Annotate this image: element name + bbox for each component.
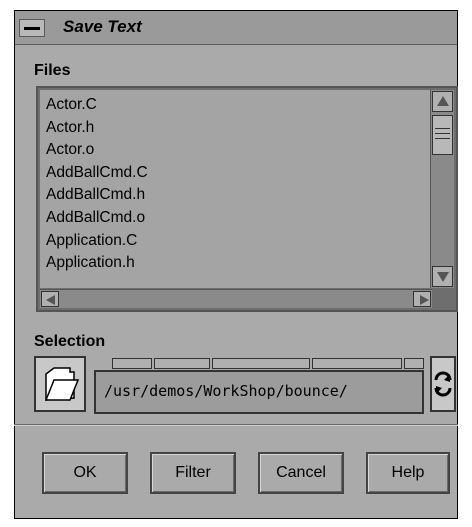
files-label: Files bbox=[34, 62, 71, 79]
title-bar: Save Text bbox=[15, 11, 457, 45]
window-title: Save Text bbox=[63, 17, 142, 36]
list-item[interactable]: Application.h bbox=[46, 252, 431, 275]
arrow-left-icon bbox=[46, 295, 55, 305]
help-button[interactable]: Help bbox=[366, 452, 450, 494]
scroll-up-button[interactable] bbox=[432, 91, 453, 112]
list-item[interactable]: AddBallCmd.h bbox=[46, 184, 431, 207]
folder-icon bbox=[44, 367, 80, 401]
cancel-button[interactable]: Cancel bbox=[258, 452, 344, 494]
scroll-right-button[interactable] bbox=[413, 291, 431, 307]
minus-icon bbox=[24, 27, 40, 30]
scroll-down-button[interactable] bbox=[432, 266, 453, 287]
path-segment[interactable] bbox=[112, 358, 152, 369]
grip-line bbox=[435, 138, 450, 139]
path-segment[interactable] bbox=[212, 358, 310, 369]
path-segment[interactable] bbox=[404, 358, 424, 369]
arrow-up-icon bbox=[437, 96, 449, 106]
path-text: /usr/demos/WorkShop/bounce/ bbox=[104, 382, 348, 400]
files-list: Actor.C Actor.h Actor.o AddBallCmd.C Add… bbox=[40, 90, 431, 275]
arrow-right-icon bbox=[420, 295, 429, 305]
path-segment[interactable] bbox=[154, 358, 210, 369]
vertical-scroll-thumb[interactable] bbox=[432, 115, 453, 155]
path-segment[interactable] bbox=[312, 358, 402, 369]
list-item[interactable]: Application.C bbox=[46, 230, 431, 253]
folder-button[interactable] bbox=[34, 356, 86, 412]
horizontal-scrollbar[interactable] bbox=[40, 289, 432, 308]
selection-label: Selection bbox=[34, 333, 106, 350]
path-field[interactable]: /usr/demos/WorkShop/bounce/ bbox=[94, 358, 424, 414]
vertical-scrollbar[interactable] bbox=[430, 90, 454, 288]
list-item[interactable]: Actor.h bbox=[46, 117, 431, 140]
window-menu-button[interactable] bbox=[19, 19, 45, 37]
ok-button[interactable]: OK bbox=[42, 452, 128, 494]
scroll-left-button[interactable] bbox=[41, 291, 59, 307]
path-breadcrumb bbox=[94, 358, 424, 370]
path-text-input[interactable]: /usr/demos/WorkShop/bounce/ bbox=[94, 370, 424, 414]
grip-line bbox=[435, 133, 450, 134]
list-item[interactable]: AddBallCmd.C bbox=[46, 162, 431, 185]
separator bbox=[14, 424, 458, 426]
files-list-area[interactable]: Actor.C Actor.h Actor.o AddBallCmd.C Add… bbox=[40, 90, 432, 288]
filter-button[interactable]: Filter bbox=[150, 452, 236, 494]
grip-line bbox=[435, 128, 450, 129]
list-item[interactable]: Actor.o bbox=[46, 139, 431, 162]
arrow-down-icon bbox=[437, 272, 449, 282]
up-down-button[interactable] bbox=[430, 356, 456, 412]
list-item[interactable]: Actor.C bbox=[46, 94, 431, 117]
files-listbox[interactable]: Actor.C Actor.h Actor.o AddBallCmd.C Add… bbox=[36, 86, 458, 312]
up-down-arrows-icon bbox=[434, 371, 452, 397]
list-item[interactable]: AddBallCmd.o bbox=[46, 207, 431, 230]
